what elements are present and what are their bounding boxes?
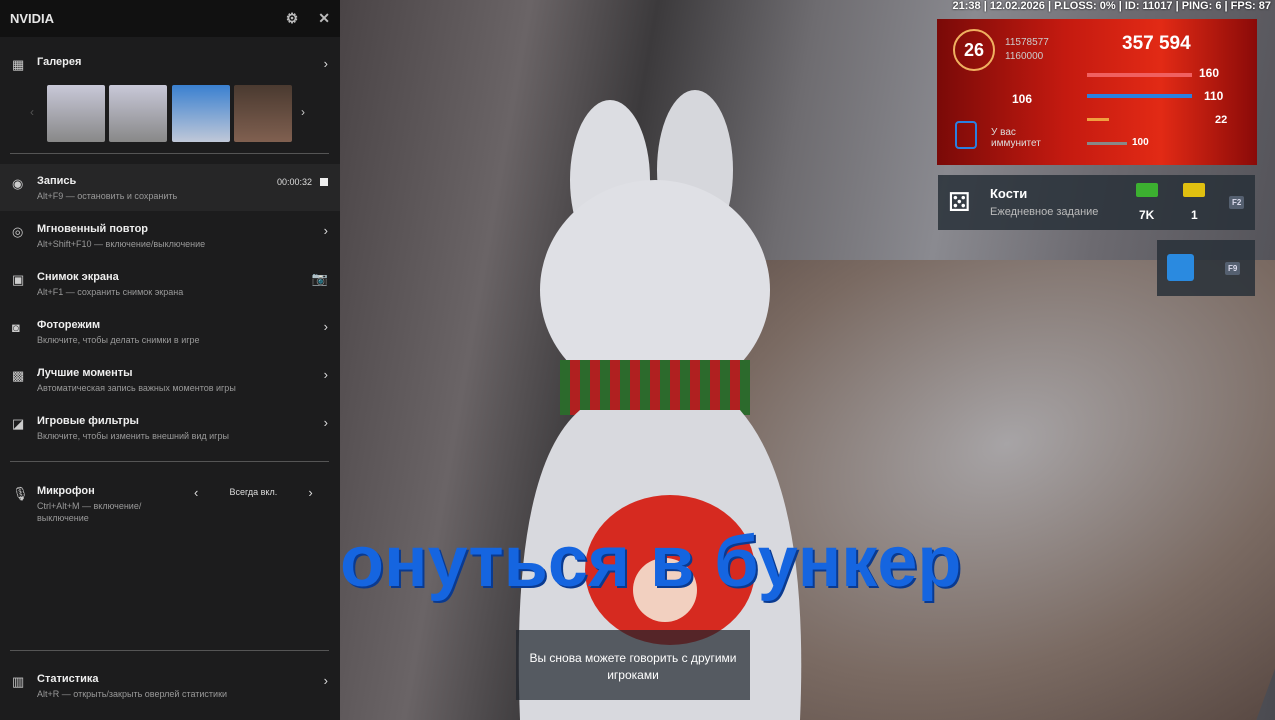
nvidia-overlay-sidebar: NVIDIA ⚙ ✕ ▦ Галерея › ‹ › ◉ Запись Alt+F… [0, 0, 340, 720]
app-title: NVIDIA [10, 11, 55, 26]
camera-icon[interactable]: 📷 [312, 271, 328, 298]
stop-icon[interactable] [320, 178, 328, 186]
status-bar: 21:38 | 12.02.2026 | P.LOSS: 0% | ID: 11… [952, 0, 1271, 12]
chart-icon: ▥ [12, 674, 25, 689]
immunity-text: У вас иммунитет [991, 127, 1041, 149]
game-subtitle: онуться в бункер [340, 522, 962, 602]
money: 357 594 [1122, 33, 1191, 54]
filter-icon: ◪ [12, 416, 25, 431]
cash-icon [1136, 183, 1158, 197]
item-sub: Alt+R — открыть/закрыть оверлей статисти… [37, 689, 228, 699]
microphone-icon: 🎙 [12, 486, 29, 501]
close-icon[interactable]: ✕ [318, 10, 330, 27]
item-title: Мгновенный повтор [37, 223, 149, 235]
chevron-right-icon: › [323, 367, 328, 382]
statistics-row[interactable]: ▥ Статистика Alt+R — открыть/закрыть овер… [0, 673, 340, 700]
stamina: 100 [1132, 137, 1149, 148]
microphone-row[interactable]: 🎙 Микрофон Ctrl+Alt+M — включение/выключе… [0, 485, 340, 524]
shield-icon [955, 121, 977, 149]
mic-mode-value: Всегда вкл. [229, 487, 278, 497]
gallery-label: Галерея [37, 56, 82, 68]
calendar-icon [1167, 254, 1194, 281]
divider [10, 461, 329, 462]
gallery-row[interactable]: ▦ Галерея › [0, 56, 340, 73]
divider [10, 153, 329, 154]
hotkey-f2: F2 [1229, 196, 1245, 209]
item-sub: Alt+F9 — остановить и сохранить [37, 191, 178, 201]
ammo: 22 [1215, 114, 1228, 126]
chevron-right-icon[interactable]: › [308, 485, 312, 524]
item-title: Снимок экрана [37, 271, 119, 283]
record-timer: 00:00:32 [276, 177, 312, 187]
image-icon: ▣ [12, 272, 25, 287]
stamina-bar [1087, 142, 1127, 145]
hotkey-f9: F9 [1225, 262, 1241, 275]
xp: 11578577 [1005, 37, 1049, 48]
record-row[interactable]: ◉ Запись Alt+F9 — остановить и сохранить … [0, 175, 340, 202]
level-badge: 26 [953, 29, 995, 71]
daily-task-card[interactable]: ⚄ Кости Ежедневное задание 7K 1 F2 [938, 175, 1255, 230]
gear-icon[interactable]: ⚙ [286, 10, 299, 27]
task-title: Кости [990, 186, 1028, 201]
screenshot-row[interactable]: ▣ Снимок экрана Alt+F1 — сохранить снимок… [0, 271, 340, 298]
film-icon: ▩ [12, 368, 25, 383]
gallery-next-icon[interactable]: › [301, 105, 305, 119]
chevron-right-icon: › [323, 673, 328, 688]
item-sub: Ctrl+Alt+M — включение/выключение [37, 501, 142, 523]
item-sub: Alt+F1 — сохранить снимок экрана [37, 287, 184, 297]
task-subtitle: Ежедневное задание [990, 206, 1099, 218]
item-sub: Alt+Shift+F10 — включение/выключение [37, 239, 206, 249]
calendar-widget[interactable]: F9 [1157, 240, 1255, 296]
hunger: 106 [1012, 92, 1033, 106]
item-sub: Автоматическая запись важных моментов иг… [37, 383, 236, 393]
bunny-character [518, 90, 802, 720]
gallery-prev-icon[interactable]: ‹ [30, 105, 34, 119]
player-hud: 26 11578577 1160000 357 594 160 110 106 … [937, 19, 1257, 165]
item-sub: Включите, чтобы делать снимки в игре [37, 335, 200, 345]
gallery-thumb[interactable] [234, 85, 292, 142]
item-title: Игровые фильтры [37, 415, 139, 427]
divider [10, 650, 329, 651]
instant-replay-row[interactable]: ◎ Мгновенный повтор Alt+Shift+F10 — включ… [0, 223, 340, 250]
voice-notification: Вы снова можете говорить с другими игрок… [516, 630, 750, 700]
game-filters-row[interactable]: ◪ Игровые фильтры Включите, чтобы изменит… [0, 415, 340, 442]
reward-coin: 1 [1191, 208, 1198, 222]
reward-cash: 7K [1139, 208, 1155, 222]
gallery-thumb[interactable] [172, 85, 230, 142]
chevron-right-icon: › [323, 223, 328, 238]
armor-bar [1087, 94, 1192, 98]
health-bar [1087, 73, 1192, 77]
ammo-bar [1087, 118, 1109, 121]
replay-icon: ◎ [12, 224, 24, 239]
item-title: Запись [37, 175, 77, 187]
photo-mode-row[interactable]: ◙ Фоторежим Включите, чтобы делать снимки… [0, 319, 340, 346]
gallery-icon: ▦ [12, 57, 25, 72]
item-title: Микрофон [37, 485, 95, 497]
health: 160 [1199, 66, 1220, 80]
item-sub: Включите, чтобы изменить внешний вид игр… [37, 431, 229, 441]
chevron-right-icon: › [323, 415, 328, 430]
item-title: Статистика [37, 673, 99, 685]
item-title: Фоторежим [37, 319, 101, 331]
armor: 110 [1204, 89, 1224, 103]
dice-icon: ⚄ [948, 187, 971, 217]
xp-max: 1160000 [1005, 51, 1044, 62]
gallery-thumb[interactable] [47, 85, 105, 142]
chevron-right-icon: › [323, 56, 328, 71]
camera-icon: ◙ [12, 320, 20, 335]
gallery-thumb[interactable] [109, 85, 167, 142]
sidebar-header: NVIDIA ⚙ ✕ [0, 0, 340, 37]
chevron-right-icon: › [323, 319, 328, 334]
item-title: Лучшие моменты [37, 367, 133, 379]
highlights-row[interactable]: ▩ Лучшие моменты Автоматическая запись ва… [0, 367, 340, 394]
record-icon: ◉ [12, 176, 24, 191]
coin-icon [1183, 183, 1205, 197]
